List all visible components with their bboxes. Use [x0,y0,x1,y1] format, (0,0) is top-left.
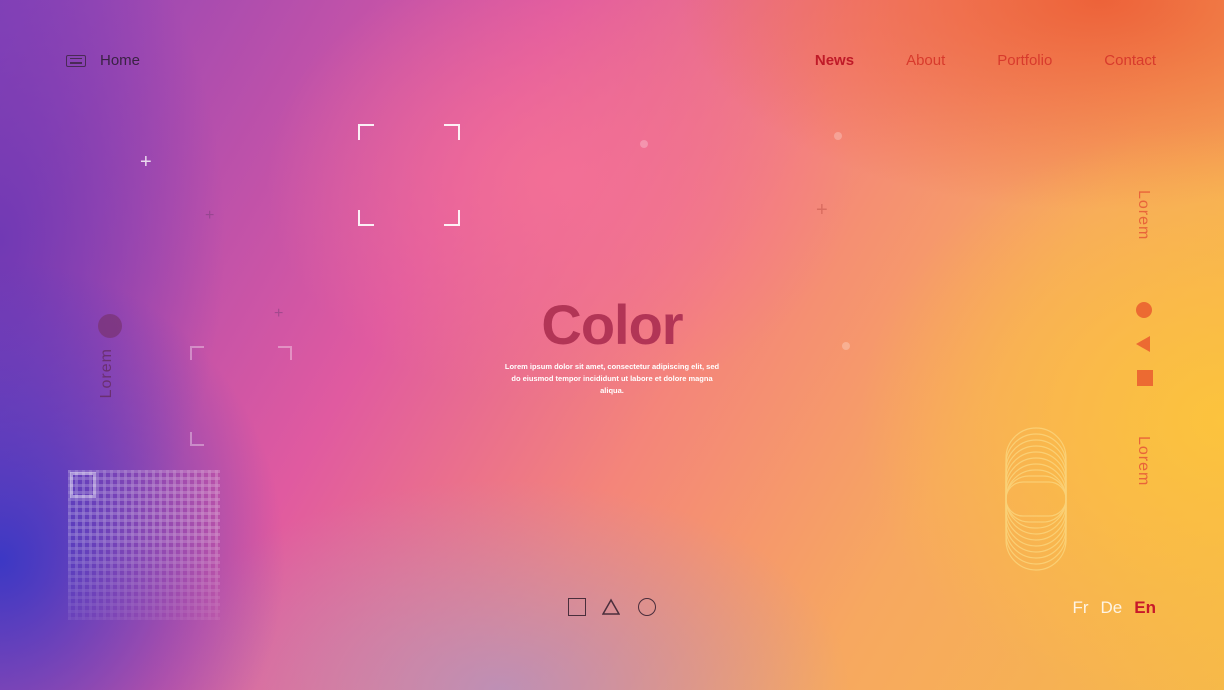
sparkle-dot [834,132,842,140]
circle-dot [98,314,122,338]
main-nav: News About Portfolio Contact [815,52,1156,69]
side-label-right-top: Lorem [1135,190,1152,241]
side-label-left: Lorem [98,348,115,399]
lang-fr[interactable]: Fr [1072,598,1088,618]
square-icon[interactable] [568,598,586,616]
hero-description: Lorem ipsum dolor sit amet, consectetur … [504,362,720,395]
frame-corner [358,210,374,226]
frame-corner [190,432,204,446]
frame-corner [444,210,460,226]
triangle-icon[interactable] [602,598,620,616]
menu-icon[interactable] [66,54,86,67]
plus-icon: + [205,207,215,224]
nav-portfolio[interactable]: Portfolio [997,52,1052,69]
nav-news[interactable]: News [815,52,854,69]
plus-icon: + [816,199,828,221]
hero-title: Color [541,293,683,356]
side-label-right-bottom: Lorem [1135,436,1152,487]
home-label: Home [100,52,141,69]
nav-contact[interactable]: Contact [1104,52,1156,69]
circle-icon [1136,302,1152,318]
circle-icon[interactable] [638,598,656,616]
square-icon [1137,370,1153,386]
nav-about[interactable]: About [906,52,945,69]
lang-de[interactable]: De [1101,598,1123,618]
qr-finder-icon [70,472,96,498]
language-switcher: Fr De En [1072,598,1156,618]
frame-corner [358,124,374,140]
coil-shape [1005,427,1067,571]
home-link[interactable]: Home [66,52,140,69]
triangle-icon [1136,336,1150,352]
frame-corner [444,124,460,140]
lang-en[interactable]: En [1134,598,1156,618]
sparkle-dot [640,140,648,148]
plus-icon: + [140,151,152,173]
